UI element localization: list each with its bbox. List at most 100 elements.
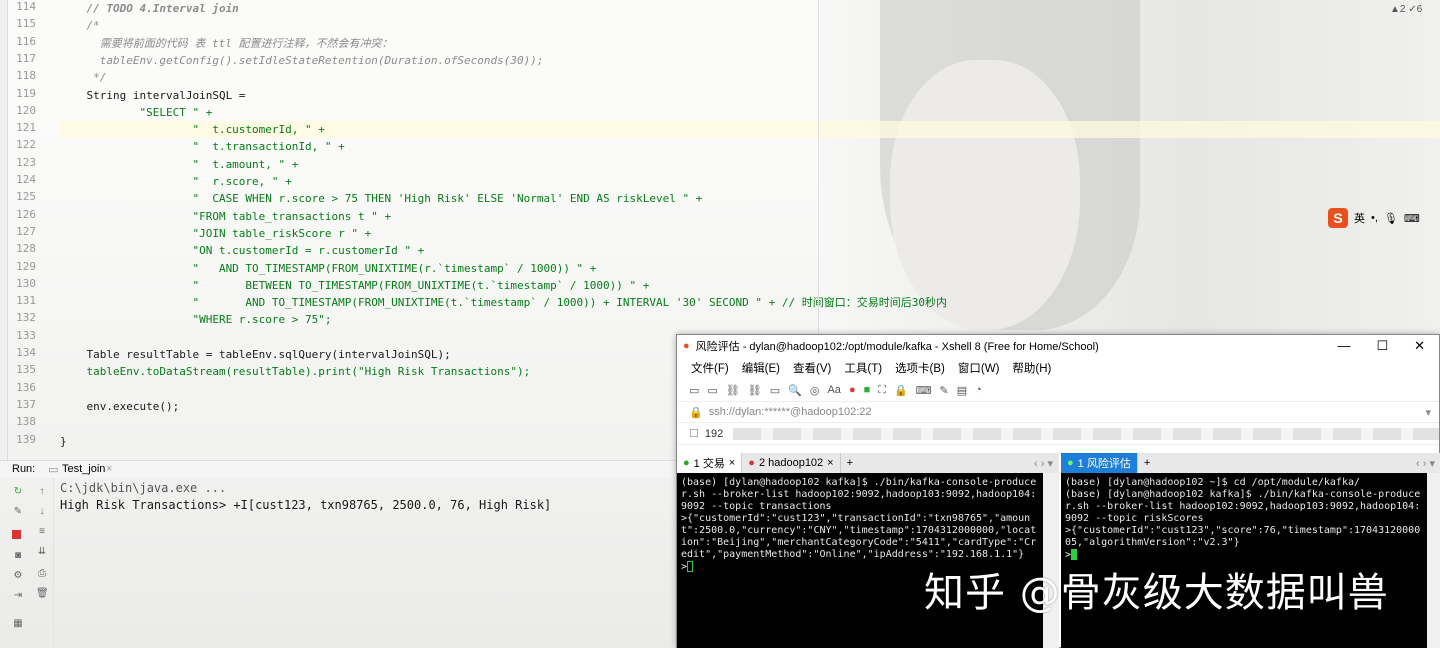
- new-session-icon[interactable]: ▭: [689, 384, 699, 397]
- code-line[interactable]: " t.customerId, " +: [60, 121, 324, 138]
- code-line[interactable]: tableEnv.toDataStream(resultTable).print…: [60, 363, 530, 380]
- tab-nav-icon[interactable]: ‹ › ▾: [1416, 457, 1440, 470]
- close-window-icon[interactable]: ✕: [1414, 338, 1425, 354]
- ime-language[interactable]: 英: [1354, 210, 1365, 226]
- scroll-end-icon[interactable]: ⇊: [36, 546, 48, 558]
- menu-item[interactable]: 查看(V): [793, 360, 831, 376]
- fullscreen-icon[interactable]: ⛶: [878, 384, 886, 397]
- ime-toolbar[interactable]: S 英 •, 🎙 ⌨: [1328, 206, 1440, 230]
- sogou-icon[interactable]: S: [1328, 208, 1348, 228]
- code-line[interactable]: Table resultTable = tableEnv.sqlQuery(in…: [60, 346, 450, 363]
- code-line[interactable]: " t.amount, " +: [60, 156, 298, 173]
- code-line[interactable]: " AND TO_TIMESTAMP(FROM_UNIXTIME(r.`time…: [60, 260, 596, 277]
- code-line[interactable]: tableEnv.getConfig().setIdleStateRetenti…: [60, 52, 544, 69]
- code-line[interactable]: env.execute();: [60, 398, 179, 415]
- watermark: 知乎 @骨灰级大数据叫兽: [924, 570, 1389, 616]
- right-scrollbar[interactable]: [1427, 473, 1440, 648]
- exit-icon[interactable]: ⇥: [12, 590, 24, 602]
- lock-icon[interactable]: 🔒: [894, 384, 908, 397]
- inspection-widget[interactable]: ▲2 ✓6: [1390, 4, 1422, 15]
- code-line[interactable]: "ON t.customerId = r.customerId " +: [60, 242, 424, 259]
- session-prefix[interactable]: 192: [705, 428, 723, 440]
- up-icon[interactable]: ↑: [36, 486, 48, 498]
- tab-risk[interactable]: ● 1 风险评估: [1061, 453, 1138, 473]
- xshell-titlebar: ● 风险评估 - dylan@hadoop102:/opt/module/kaf…: [677, 335, 1439, 357]
- font-icon[interactable]: Aa: [827, 384, 840, 396]
- help-icon[interactable]: ◔: [975, 384, 982, 396]
- code-line[interactable]: " t.transactionId, " +: [60, 138, 344, 155]
- link-icon[interactable]: ⛓: [726, 384, 740, 397]
- wrench-icon[interactable]: ✎: [12, 506, 24, 518]
- camera-icon[interactable]: ◙: [12, 550, 24, 562]
- tab-hadoop102[interactable]: ● 2 hadoop102 ×: [742, 453, 841, 473]
- print-icon[interactable]: ⎙: [36, 568, 48, 580]
- menu-item[interactable]: 帮助(H): [1012, 360, 1051, 376]
- code-line[interactable]: " BETWEEN TO_TIMESTAMP(FROM_UNIXTIME(t.`…: [60, 277, 649, 294]
- menu-item[interactable]: 选项卡(B): [895, 360, 945, 376]
- down-icon[interactable]: ↓: [36, 506, 48, 518]
- session-icon[interactable]: ▭: [770, 384, 780, 397]
- xshell-title: 风险评估 - dylan@hadoop102:/opt/module/kafka…: [695, 341, 1099, 353]
- trash-icon[interactable]: 🗑: [36, 588, 49, 600]
- unlink-icon[interactable]: ⛓: [748, 384, 762, 397]
- menu-item[interactable]: 工具(T): [844, 360, 882, 376]
- tile-icon[interactable]: ▤: [957, 384, 967, 397]
- search-icon[interactable]: 🔍: [788, 384, 802, 397]
- xftp-icon[interactable]: ●: [849, 384, 856, 396]
- code-line[interactable]: */: [60, 69, 106, 86]
- line-number: 115: [16, 17, 36, 31]
- code-line[interactable]: "WHERE r.score > 75";: [60, 311, 331, 328]
- close-tab-icon[interactable]: ×: [827, 457, 833, 469]
- session-bar[interactable]: ☐ 192: [677, 423, 1439, 445]
- address-bar[interactable]: 🔒 ssh://dylan:******@hadoop102:22 ▾: [677, 401, 1439, 423]
- right-tab-bar: ● 1 风险评估 + ‹ › ▾: [1061, 453, 1440, 473]
- terminal-cursor: [687, 561, 694, 572]
- line-number: 122: [16, 138, 36, 152]
- tab-transaction[interactable]: ● 1 交易 ×: [677, 453, 743, 473]
- code-line[interactable]: " AND TO_TIMESTAMP(FROM_UNIXTIME(t.`time…: [60, 294, 947, 311]
- run-tab[interactable]: Test_join: [62, 463, 105, 475]
- open-folder-icon[interactable]: ▭: [707, 384, 717, 397]
- minimize-icon[interactable]: —: [1337, 338, 1350, 354]
- close-tab-icon[interactable]: ×: [729, 457, 735, 469]
- code-line[interactable]: "SELECT " +: [60, 104, 212, 121]
- left-tool-strip: [0, 0, 8, 460]
- address-text[interactable]: ssh://dylan:******@hadoop102:22: [709, 406, 872, 418]
- code-line[interactable]: "FROM table_transactions t " +: [60, 208, 391, 225]
- line-number: 139: [16, 432, 36, 446]
- line-number: 118: [16, 69, 36, 83]
- line-number: 133: [16, 328, 36, 342]
- line-number: 117: [16, 51, 36, 65]
- tab-nav-icon[interactable]: ‹ › ▾: [1034, 457, 1059, 470]
- microphone-icon[interactable]: 🎙: [1384, 212, 1398, 225]
- menu-item[interactable]: 窗口(W): [958, 360, 1000, 376]
- maximize-icon[interactable]: ☐: [1376, 338, 1388, 354]
- punctuation-icon[interactable]: •,: [1371, 212, 1378, 224]
- script-icon[interactable]: ■: [864, 384, 871, 396]
- settings-icon[interactable]: ⚙: [12, 570, 24, 582]
- menu-item[interactable]: 文件(F): [691, 360, 729, 376]
- code-line[interactable]: }: [60, 433, 67, 450]
- chevron-down-icon[interactable]: ▾: [1425, 406, 1439, 419]
- code-line[interactable]: String intervalJoinSQL =: [60, 87, 245, 104]
- soft-wrap-icon[interactable]: ≡: [36, 526, 48, 538]
- line-number: 125: [16, 190, 36, 204]
- keyboard-icon[interactable]: ⌨: [1404, 212, 1420, 225]
- close-icon[interactable]: ×: [106, 463, 112, 475]
- layout-icon[interactable]: ▦: [12, 618, 24, 630]
- globe-icon[interactable]: ◎: [810, 384, 820, 397]
- code-line[interactable]: /*: [60, 17, 99, 34]
- code-line[interactable]: "JOIN table_riskScore r " +: [60, 225, 371, 242]
- code-line[interactable]: // TODO 4.Interval join: [60, 0, 238, 17]
- rerun-icon[interactable]: ↻: [12, 486, 24, 498]
- keyboard-tool-icon[interactable]: ⌨: [916, 384, 932, 397]
- menu-item[interactable]: 编辑(E): [742, 360, 780, 376]
- session-list-icon[interactable]: ☐: [689, 427, 699, 440]
- compose-icon[interactable]: ✎: [940, 384, 949, 397]
- code-line[interactable]: 需要将前面的代码 表 ttl 配置进行注释，不然会有冲突：: [60, 35, 393, 52]
- code-line[interactable]: " r.score, " +: [60, 173, 291, 190]
- add-tab-icon[interactable]: +: [841, 457, 859, 469]
- add-tab-icon[interactable]: +: [1138, 457, 1156, 469]
- stop-icon[interactable]: [12, 530, 21, 539]
- code-line[interactable]: " CASE WHEN r.score > 75 THEN 'High Risk…: [60, 190, 702, 207]
